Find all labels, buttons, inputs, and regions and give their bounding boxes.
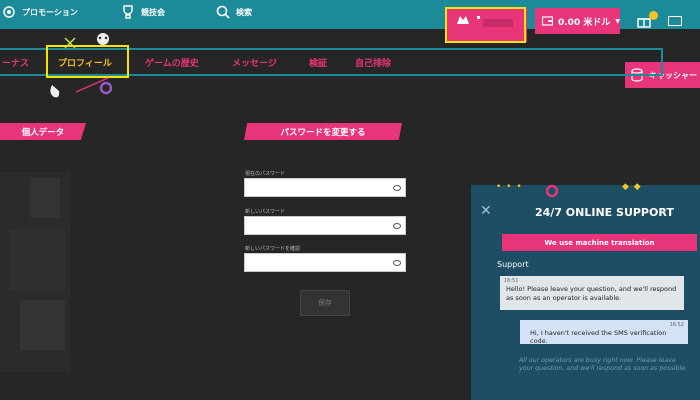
tournaments-label: 競技会 [141,7,165,17]
operators-busy-notice: All our operators are busy right now. Pl… [519,357,688,373]
personal-data-heading: 個人データ [0,123,86,140]
support-message: 16:51 Hello! Please leave your question,… [500,276,684,310]
gift-badge [649,11,658,20]
trophy-icon [123,5,133,19]
search-icon [216,5,230,19]
close-icon[interactable]: ✕ [480,203,492,219]
search-link[interactable]: 検索 [216,5,252,19]
decor-dots: • • • [496,182,523,192]
redacted-block [10,230,65,290]
tab-verification[interactable]: 検証 [309,56,327,69]
promotions-label: プロモーション [22,7,78,17]
highlight-user-box [445,7,526,43]
balance-dropdown[interactable]: 0.00 米ドル ▼ [535,8,620,34]
support-label: Support [497,260,529,269]
user-message-text: Hi, I haven't received the SMS verificat… [530,329,667,345]
chevron-down-icon: ▼ [615,17,620,25]
promotions-icon [3,6,15,18]
redacted-block [30,178,60,218]
new-password-label: 新しいパスワード [245,209,286,215]
change-password-heading: パスワードを変更する [244,123,402,140]
eye-icon[interactable] [393,223,401,229]
eye-icon[interactable] [393,260,401,266]
tab-bonus[interactable]: ーナス [2,56,29,69]
support-message-text: Hello! Please leave your question, and w… [506,285,677,303]
new-password-field[interactable] [244,216,406,235]
current-password-label: 現在のパスワード [245,171,286,177]
search-label: 検索 [236,7,252,17]
tab-decoration [50,33,113,98]
redacted-block [20,300,65,350]
tab-self-exclusion[interactable]: 自己排除 [355,56,391,69]
current-password-field[interactable] [244,178,406,197]
balance-value: 0.00 米ドル [558,17,611,28]
confirm-password-label: 新しいパスワードを確認 [245,246,301,252]
machine-translation-banner: We use machine translation [502,234,697,251]
tab-messages[interactable]: メッセージ [232,56,277,69]
wallet-icon [542,16,553,26]
message-time: 16:51 [504,278,519,284]
message-time: 16:52 [669,322,684,328]
save-button[interactable]: 保存 [300,290,350,316]
decor-dots: ◆ ◆ [622,182,642,192]
tab-game-history[interactable]: ゲームの歴史 [145,56,199,69]
decor-circle [545,184,559,198]
tournaments-link[interactable]: 競技会 [121,5,165,19]
chat-title: 24/7 ONLINE SUPPORT [535,206,674,219]
promotions-link[interactable]: プロモーション [2,5,78,19]
mail-icon[interactable] [668,16,682,26]
confirm-password-field[interactable] [244,253,406,272]
user-message: 16:52 Hi, I haven't received the SMS ver… [520,320,688,345]
eye-icon[interactable] [393,185,401,191]
